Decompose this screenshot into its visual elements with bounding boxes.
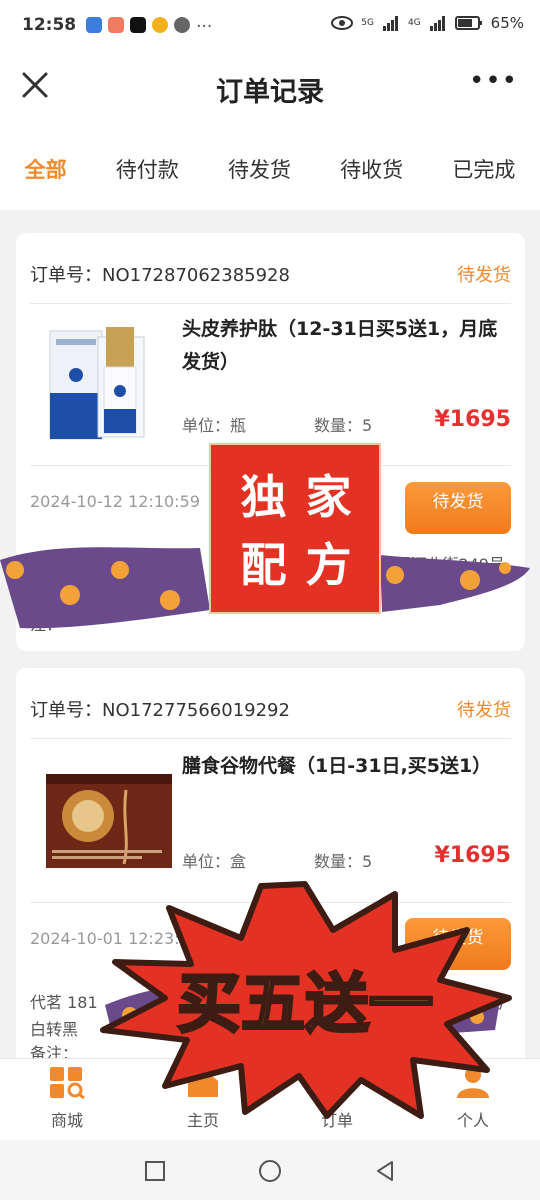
tiktok-icon: [130, 17, 147, 33]
stamp-char: 配: [240, 538, 287, 592]
recent-apps-icon[interactable]: [144, 1160, 166, 1182]
divider: [30, 303, 511, 304]
system-navigation-bar: [0, 1140, 540, 1200]
product-image[interactable]: [44, 760, 172, 880]
app-notification-icon: [152, 17, 169, 33]
battery-icon: [454, 16, 482, 30]
product-price: ¥1695: [434, 843, 511, 868]
address-line: 白转黑: [30, 1020, 79, 1039]
pending-shipment-button[interactable]: 待发货: [405, 482, 511, 534]
status-bar: 12:58 ··· 5G 4G 65%: [0, 0, 540, 50]
stamp-char: 家: [305, 470, 352, 524]
stamp-char: 方: [305, 538, 352, 592]
more-icon[interactable]: •••: [469, 66, 518, 96]
product-quantity: 数量：5: [314, 416, 373, 435]
signal-icon: [429, 16, 445, 31]
eye-icon: [331, 16, 354, 30]
message-icon: [174, 17, 191, 33]
header: 订单记录 •••: [0, 50, 540, 128]
tab-pending-payment[interactable]: 待付款: [116, 154, 179, 184]
home-button-icon[interactable]: [258, 1159, 282, 1183]
product-name[interactable]: 膳食谷物代餐（1日-31日,买5送1）: [182, 750, 512, 783]
divider: [30, 738, 511, 739]
order-number: 订单号：NO17277566019292: [30, 700, 290, 721]
signal-5g-label: 5G: [361, 18, 374, 28]
more-notifications-icon: ···: [196, 17, 213, 37]
order-date: 2024-10-12 12:10:59: [30, 492, 200, 511]
app-notification-icon: [108, 17, 125, 33]
back-icon[interactable]: [374, 1160, 396, 1182]
product-unit: 单位：盒: [182, 852, 247, 871]
promo-burst-overlay: 买五送一: [100, 881, 512, 1119]
product-price: ¥1695: [434, 407, 511, 432]
order-status: 待发货: [457, 265, 511, 286]
product-unit: 单位：瓶: [182, 416, 247, 435]
order-number: 订单号：NO17287062385928: [30, 265, 290, 286]
signal-icon: [382, 16, 398, 31]
promo-text: 买五送一: [177, 968, 433, 1040]
page-title: 订单记录: [216, 77, 324, 108]
order-status: 待发货: [457, 700, 511, 721]
status-time: 12:58: [22, 15, 77, 35]
product-name[interactable]: 头皮养护肽（12-31日买5送1，月底发货）: [182, 313, 512, 379]
order-tabs: 全部 待付款 待发货 待收货 已完成: [0, 128, 540, 210]
tab-all[interactable]: 全部: [25, 154, 67, 184]
address-line: 代茗 181: [30, 993, 98, 1012]
signal-4g-label: 4G: [407, 18, 421, 28]
exclusive-formula-stamp: 独 家 配 方: [209, 443, 381, 614]
product-image[interactable]: [44, 323, 160, 443]
stamp-char: 独: [240, 470, 287, 524]
tab-pending-receipt[interactable]: 待收货: [340, 154, 403, 184]
store-icon: [50, 1067, 85, 1100]
app-notification-icon: [86, 17, 103, 33]
notification-icons: ···: [86, 17, 213, 37]
tab-pending-shipment[interactable]: 待发货: [228, 154, 291, 184]
product-quantity: 数量：5: [314, 852, 373, 871]
tab-completed[interactable]: 已完成: [452, 154, 515, 184]
battery-percent: 65%: [490, 14, 524, 32]
status-right: 5G 4G 65%: [331, 14, 524, 32]
